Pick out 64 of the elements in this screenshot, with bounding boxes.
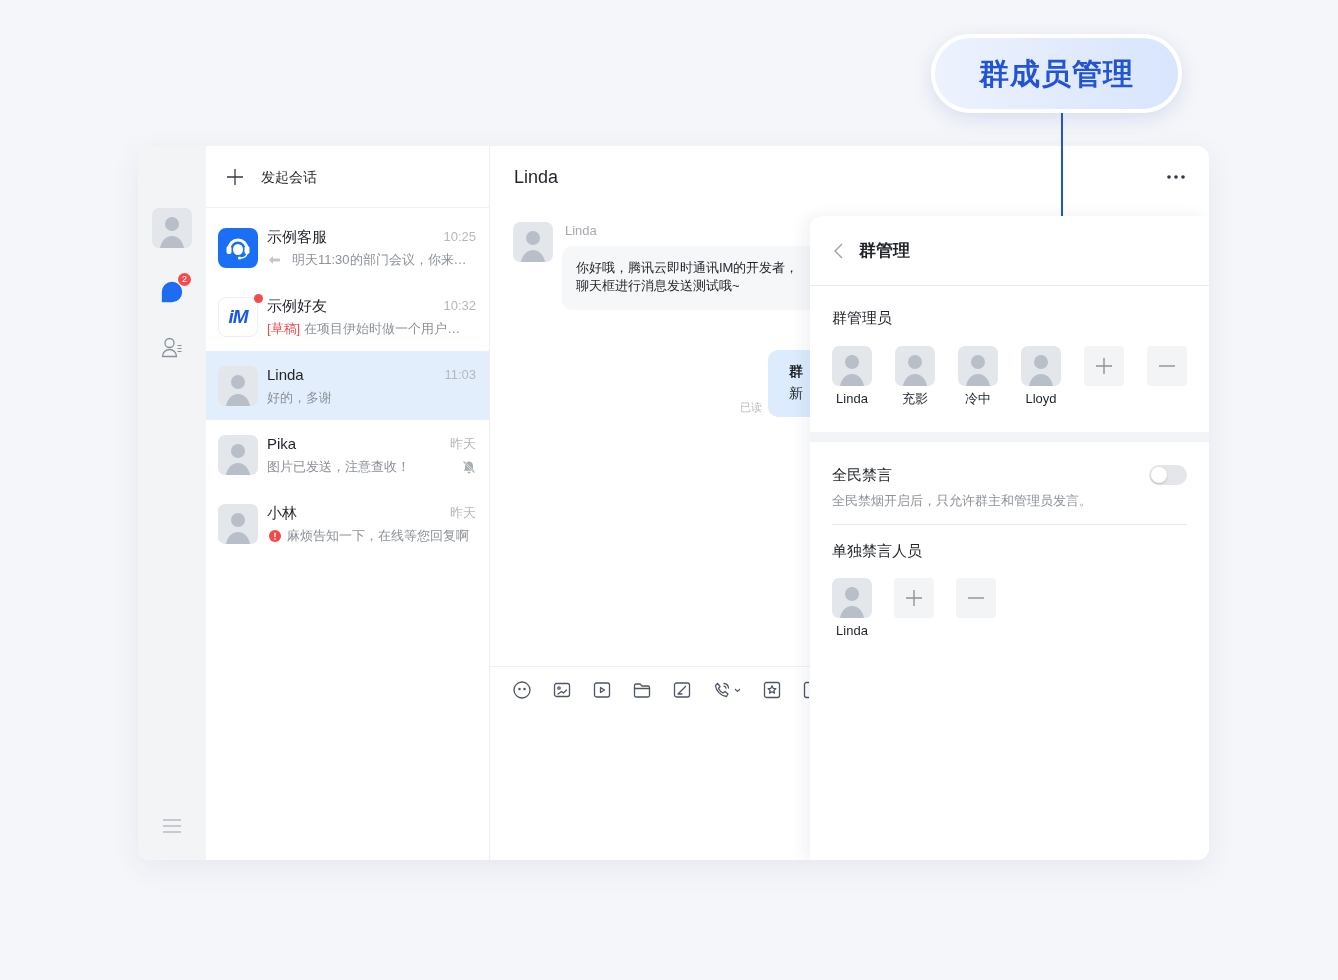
image-icon[interactable] bbox=[553, 681, 571, 699]
contact-name: 示例好友 bbox=[267, 295, 327, 316]
avatar-icon bbox=[1021, 346, 1061, 386]
section-title: 全民禁言 bbox=[832, 465, 892, 485]
contact-name: Linda bbox=[267, 364, 304, 385]
read-status: 已读 bbox=[740, 400, 762, 414]
panel-title: 群管理 bbox=[859, 239, 910, 262]
contacts-icon[interactable] bbox=[161, 336, 183, 358]
member-name: 充影 bbox=[902, 390, 928, 408]
message-time: 昨天 bbox=[450, 434, 476, 453]
avatar-icon bbox=[513, 222, 553, 262]
member-name: Linda bbox=[836, 390, 868, 408]
phone-icon[interactable] bbox=[713, 681, 731, 699]
video-icon[interactable] bbox=[593, 681, 611, 699]
conversation-item[interactable]: Linda 11:03 好的，多谢 bbox=[206, 351, 489, 420]
feature-callout: 群成员管理 bbox=[931, 34, 1182, 113]
back-chevron-icon[interactable] bbox=[834, 242, 843, 259]
message-preview: 麻烦告知一下，在线等您回复啊 bbox=[287, 526, 469, 545]
folder-icon[interactable] bbox=[633, 681, 651, 699]
new-chat-button[interactable]: 发起会话 bbox=[227, 166, 317, 187]
avatar-icon bbox=[832, 346, 872, 386]
draft-tag: [草稿] bbox=[267, 319, 301, 338]
unread-count-badge: 2 bbox=[178, 273, 191, 286]
avatar-icon bbox=[218, 503, 258, 544]
setting-description: 全民禁烟开启后，只允许群主和管理员发言。 bbox=[832, 492, 1093, 510]
avatar-icon bbox=[218, 434, 258, 475]
avatar-icon bbox=[895, 346, 935, 386]
message-time: 昨天 bbox=[450, 503, 476, 522]
section-title: 群管理员 bbox=[832, 308, 893, 328]
avatar-icon bbox=[152, 208, 192, 248]
message-bubble: 你好哦，腾讯云即时通讯IM的开发者， 聊天框进行消息发送测试哦~ bbox=[562, 246, 810, 310]
chat-title: Linda bbox=[514, 166, 559, 189]
avatar-icon bbox=[218, 365, 258, 406]
emoji-icon[interactable] bbox=[513, 681, 531, 699]
message-preview: 好的，多谢 bbox=[267, 388, 332, 407]
member-name: Linda bbox=[836, 622, 868, 640]
plus-icon bbox=[227, 168, 243, 185]
avatar-icon bbox=[958, 346, 998, 386]
minus-icon bbox=[968, 597, 984, 599]
message-time: 10:32 bbox=[443, 296, 476, 315]
edit-icon[interactable] bbox=[673, 681, 691, 699]
message-preview: 在项目伊始时做一个用户… bbox=[304, 319, 461, 338]
more-icon[interactable] bbox=[1167, 175, 1185, 179]
message-preview: 图片已发送，注意查收！ bbox=[267, 457, 410, 476]
message-time: 10:25 bbox=[443, 227, 476, 246]
message-bubble: 群 新 bbox=[768, 350, 810, 417]
contact-name: 小林 bbox=[267, 502, 297, 523]
chat-bubble-icon[interactable] bbox=[161, 281, 183, 303]
member-name: Lloyd bbox=[1025, 390, 1057, 408]
mute-all-toggle[interactable] bbox=[1149, 465, 1187, 485]
minus-icon bbox=[1159, 365, 1175, 367]
app-logo: iM bbox=[218, 296, 258, 337]
caret-down-icon[interactable] bbox=[734, 687, 741, 693]
section-title: 单独禁言人员 bbox=[832, 541, 923, 561]
contact-name: 示例客服 bbox=[267, 226, 327, 247]
contact-name: Pika bbox=[267, 433, 297, 454]
sender-name: Linda bbox=[564, 222, 598, 240]
avatar-icon bbox=[832, 578, 872, 618]
message-time: 11:03 bbox=[444, 365, 476, 384]
plus-icon bbox=[1096, 358, 1112, 374]
member-name: 冷中 bbox=[965, 390, 991, 408]
headset-icon bbox=[218, 227, 258, 268]
message-preview: 明天11:30的部门会议，你来… bbox=[292, 250, 467, 269]
plus-icon bbox=[906, 590, 922, 606]
